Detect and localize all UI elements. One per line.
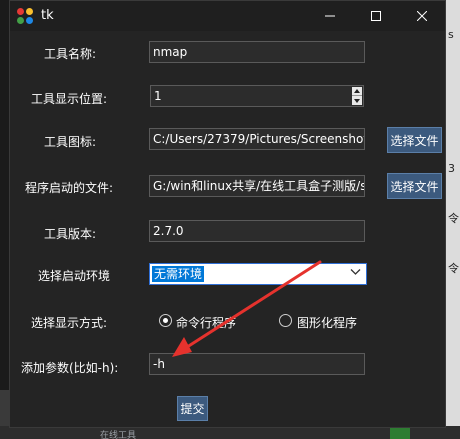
minimize-button[interactable] [307,1,353,31]
background-glyph: 令 [448,262,459,275]
spin-down-button[interactable] [352,96,362,105]
spinbox-arrows [352,87,362,105]
display-position-value: 1 [154,89,162,103]
version-label: 工具版本: [44,227,97,241]
radio-gui[interactable] [279,314,292,327]
choose-startup-file-button[interactable]: 选择文件 [387,173,442,199]
submit-button[interactable]: 提交 [177,396,208,421]
app-icon [17,8,33,24]
form-area: 工具名称: nmap 工具显示位置: 1 工具图标: C:/Users/2737… [10,31,445,427]
tk-window: tk 工具名称: nmap 工具显示位置: 1 工具图标: C:/Users/2… [9,0,446,428]
startup-file-path-input[interactable]: G:/win和linux共享/在线工具盒子测版/st [149,175,365,197]
background-window-edge: s 3 令 令 [446,0,460,439]
display-position-label: 工具显示位置: [31,92,108,106]
tool-icon-label: 工具图标: [44,135,97,149]
tool-name-input[interactable]: nmap [149,41,365,63]
minimize-icon [325,15,335,17]
background-left-strip [0,390,9,430]
spin-up-button[interactable] [352,87,362,96]
radio-command-line-label: 命令行程序 [176,316,237,330]
params-label: 添加参数(比如-h): [21,361,119,375]
environment-selected-value: 无需环境 [152,266,205,282]
caret-down-icon [354,98,360,103]
background-glyph: 3 [448,162,455,175]
maximize-button[interactable] [353,1,399,31]
startup-file-label: 程序启动的文件: [25,181,114,195]
chevron-down-icon [350,269,361,275]
close-button[interactable] [399,1,445,31]
version-input[interactable]: 2.7.0 [149,220,365,242]
radio-gui-label: 图形化程序 [297,316,358,330]
maximize-icon [371,11,381,21]
background-accent [390,428,410,439]
close-icon [417,11,427,21]
caret-up-icon [354,89,360,93]
background-glyph: 令 [448,212,459,225]
window-title: tk [41,8,54,23]
choose-icon-file-button[interactable]: 选择文件 [387,127,442,153]
environment-select[interactable]: 无需环境 [149,263,367,285]
tool-icon-path-input[interactable]: C:/Users/27379/Pictures/Screenshots [149,128,365,150]
title-bar[interactable]: tk [10,1,445,31]
background-glyph: s [448,28,454,41]
display-mode-label: 选择显示方式: [31,316,108,330]
tool-name-label: 工具名称: [44,47,97,61]
display-position-spinbox[interactable]: 1 [150,85,364,107]
background-text: 在线工具 [100,431,137,439]
params-input[interactable]: -h [149,353,365,375]
radio-command-line[interactable] [159,314,172,327]
environment-label: 选择启动环境 [38,269,111,283]
radio-selected-dot [163,318,168,323]
